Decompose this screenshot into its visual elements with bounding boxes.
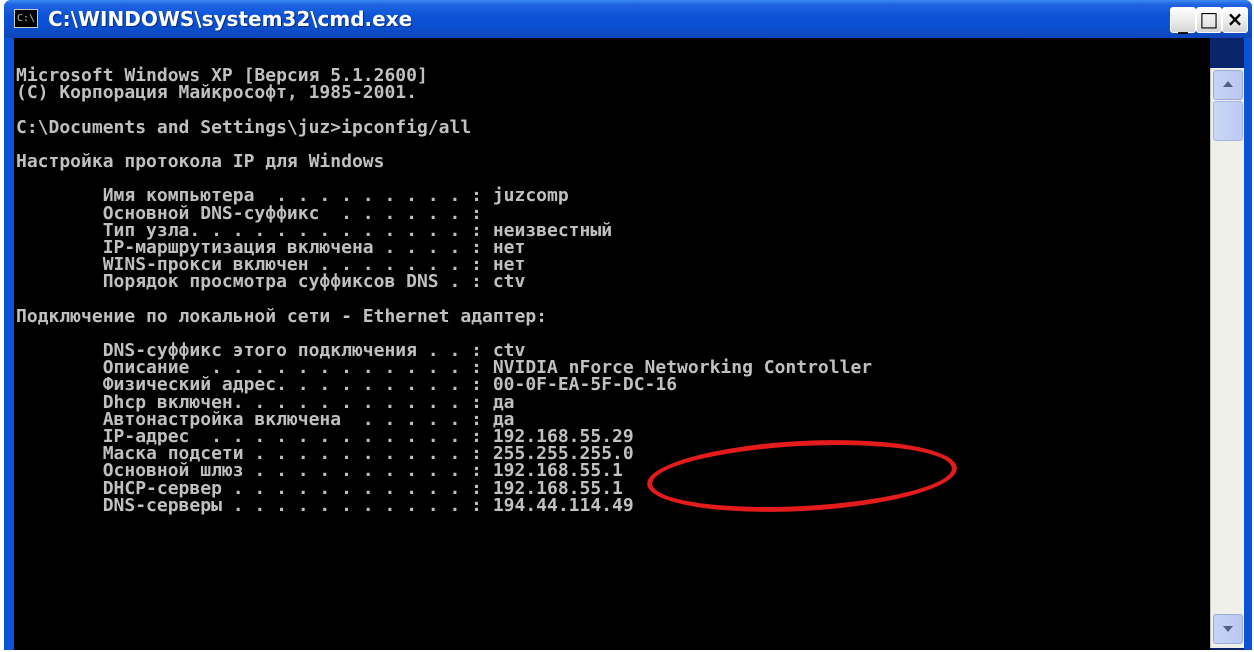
vertical-scrollbar[interactable] xyxy=(1210,68,1244,648)
arrow-up-icon xyxy=(1223,81,1233,87)
console-line: Имя компьютера . . . . . . . . . : juzco… xyxy=(16,185,569,207)
console-line: C:\Documents and Settings\juz>ipconfig/a… xyxy=(16,116,472,138)
window-title: C:\WINDOWS\system32\cmd.exe xyxy=(48,7,413,31)
console-line: Настройка протокола IP для Windows xyxy=(16,150,385,172)
minimize-button[interactable]: _ xyxy=(1170,7,1196,34)
title-bar[interactable]: C:\ C:\WINDOWS\system32\cmd.exe _ □ × xyxy=(4,0,1252,38)
scroll-thumb[interactable] xyxy=(1213,101,1243,141)
scroll-down-button[interactable] xyxy=(1213,614,1243,644)
console-line: Физический адрес. . . . . . . . . : 00-0… xyxy=(16,374,678,396)
console-line: (С) Корпорация Майкрософт, 1985-2001. xyxy=(16,82,417,104)
arrow-down-icon xyxy=(1223,626,1233,632)
cmd-window: C:\ C:\WINDOWS\system32\cmd.exe _ □ × Mi… xyxy=(4,0,1252,650)
scroll-up-button[interactable] xyxy=(1213,70,1243,100)
window-frame-left xyxy=(4,38,14,650)
maximize-button[interactable]: □ xyxy=(1196,7,1222,33)
console-output[interactable]: Microsoft Windows XP [Версия 5.1.2600] (С… xyxy=(14,38,1210,650)
cmd-app-icon[interactable]: C:\ xyxy=(14,9,38,28)
console-line: Порядок просмотра суффиксов DNS . : ctv xyxy=(16,271,526,293)
console-line: Подключение по локальной сети - Ethernet… xyxy=(16,305,548,327)
close-button[interactable]: × xyxy=(1222,7,1248,33)
window-frame-right xyxy=(1244,38,1252,650)
